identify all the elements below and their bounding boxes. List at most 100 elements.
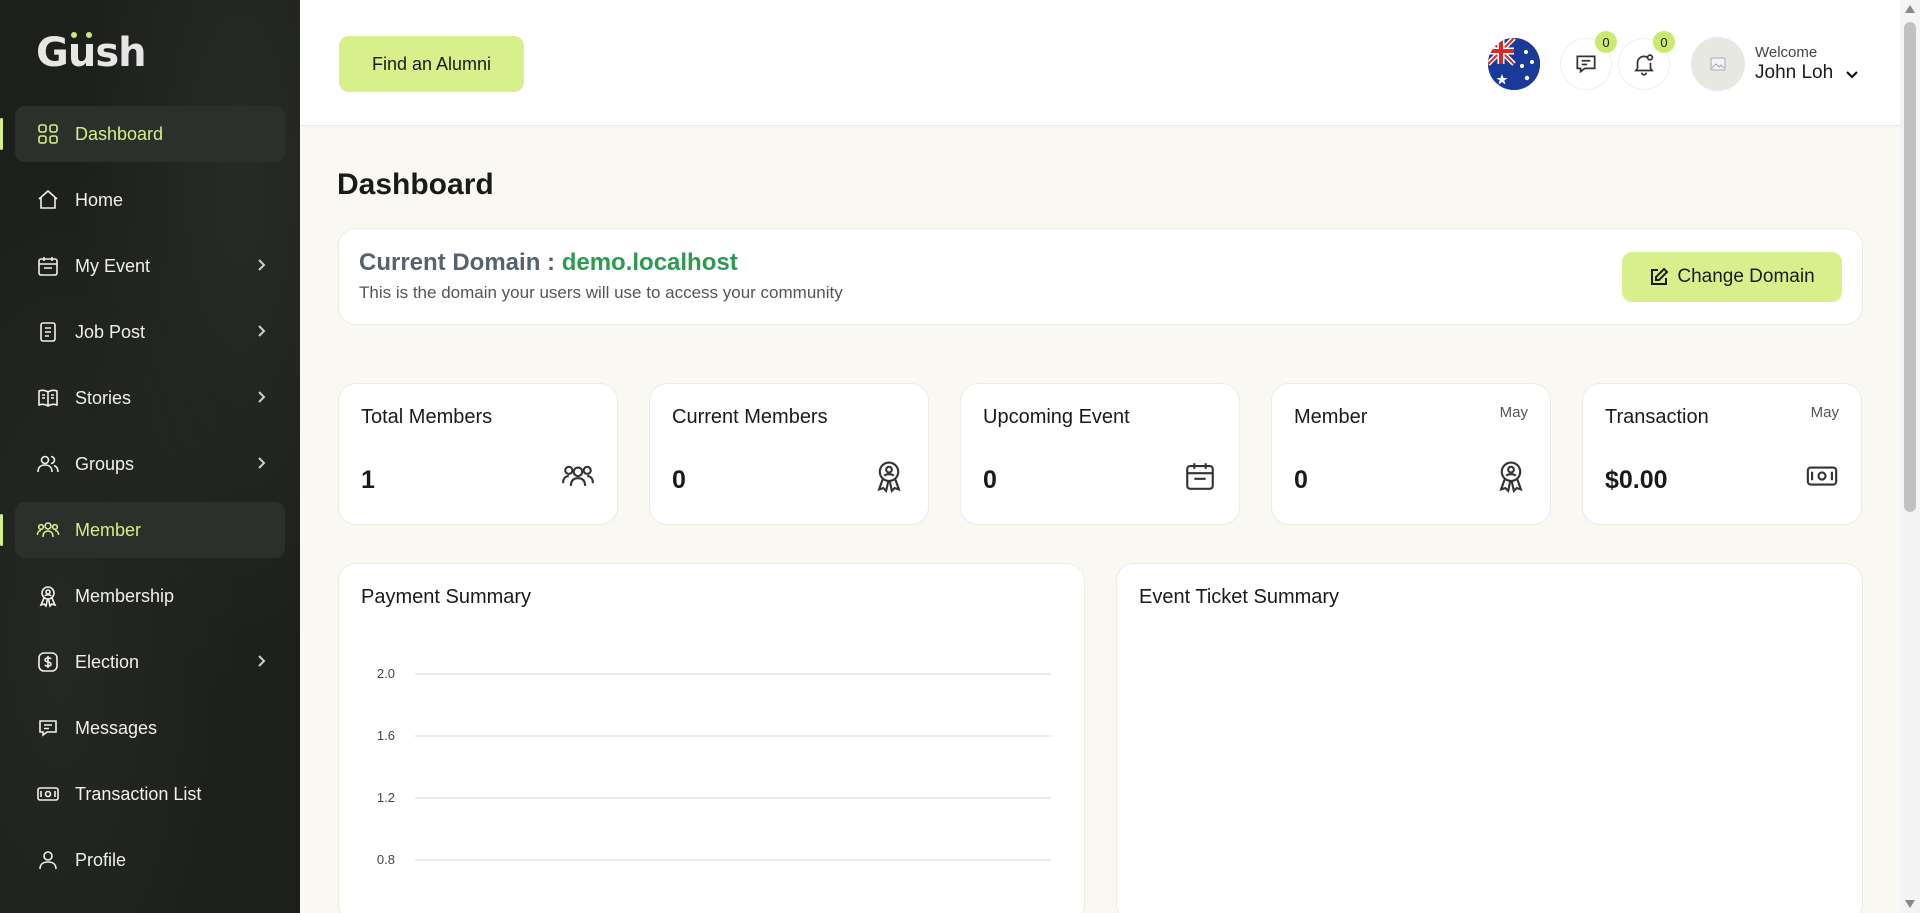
calendar-icon <box>35 253 61 279</box>
sidebar-item-label: Job Post <box>75 321 146 342</box>
sidebar-item-label: Election <box>75 651 140 672</box>
chevron-down-icon[interactable] <box>1843 65 1861 83</box>
users-icon <box>35 451 61 477</box>
scroll-thumb[interactable] <box>1904 22 1916 512</box>
change-domain-label: Change Domain <box>1677 266 1815 287</box>
sidebar-item-membership[interactable]: Membership <box>15 568 285 624</box>
stat-value: $0.00 <box>1605 466 1668 494</box>
current-domain-heading: Current Domain : demo.localhost <box>359 249 738 277</box>
stat-month: May <box>1499 404 1528 421</box>
stat-card-total-members[interactable]: Total Members 1 <box>338 383 618 525</box>
sidebar-item-label: Home <box>75 189 124 210</box>
stat-card-upcoming-event[interactable]: Upcoming Event 0 <box>960 383 1240 525</box>
gush-logo[interactable]: Gush <box>36 30 147 76</box>
notifications-button[interactable]: 0 <box>1618 31 1675 90</box>
sidebar-item-label: My Event <box>75 255 151 276</box>
members-icon <box>35 517 61 543</box>
sidebar-item-profile[interactable]: Profile <box>15 832 285 888</box>
page-scrollbar[interactable] <box>1900 0 1920 913</box>
username[interactable]: John Loh <box>1755 62 1833 84</box>
sidebar-item-label: Groups <box>75 453 135 474</box>
sidebar-item-label: Dashboard <box>75 123 164 144</box>
stat-title: Current Members <box>672 406 828 428</box>
scroll-up-arrow[interactable] <box>1905 5 1915 13</box>
badge-icon <box>35 583 61 609</box>
award-icon <box>872 459 906 494</box>
sidebar-item-label: Profile <box>75 849 127 870</box>
sidebar-item-groups[interactable]: Groups <box>15 436 285 492</box>
sidebar-item-job-post[interactable]: Job Post <box>15 304 285 360</box>
stat-title: Member <box>1294 406 1368 428</box>
image-placeholder-icon <box>1710 57 1726 71</box>
sidebar-item-my-event[interactable]: My Event <box>15 238 285 294</box>
home-icon <box>35 187 61 213</box>
y-tick-label: 2.0 <box>377 666 395 681</box>
stat-title: Upcoming Event <box>983 406 1130 428</box>
user-icon <box>35 847 61 873</box>
stat-title: Transaction <box>1605 406 1709 428</box>
sidebar-item-transaction-list[interactable]: Transaction List <box>15 766 285 822</box>
award-icon <box>1494 459 1528 494</box>
sidebar-item-home[interactable]: Home <box>15 172 285 228</box>
grid-icon <box>35 121 61 147</box>
stat-title: Total Members <box>361 406 493 428</box>
chevron-right-icon[interactable] <box>253 455 269 471</box>
money-icon <box>1805 459 1839 493</box>
payment-summary-chart: 2.0 1.6 1.2 0.8 <box>377 666 1051 867</box>
stat-value: 0 <box>672 466 686 494</box>
avatar[interactable] <box>1691 37 1745 91</box>
stat-value: 0 <box>1294 466 1308 494</box>
calendar-icon <box>1183 459 1217 493</box>
sidebar-item-label: Stories <box>75 387 132 408</box>
messages-count-badge: 0 <box>1595 31 1617 53</box>
sidebar-item-election[interactable]: Election <box>15 634 285 690</box>
payment-summary-panel: Payment Summary 2.0 1.6 1.2 0.8 <box>338 563 1085 913</box>
group-icon <box>561 459 595 493</box>
change-domain-button[interactable]: Change Domain <box>1622 252 1842 302</box>
current-domain-description: This is the domain your users will use t… <box>359 283 843 302</box>
event-ticket-summary-title: Event Ticket Summary <box>1139 586 1340 608</box>
chat-icon <box>1576 55 1596 74</box>
y-tick-label: 0.8 <box>377 852 395 867</box>
document-icon <box>35 319 61 345</box>
sidebar-item-dashboard[interactable]: Dashboard <box>0 106 285 162</box>
current-domain-label: Current Domain : <box>359 249 562 276</box>
sidebar-item-label: Membership <box>75 585 175 606</box>
stat-card-current-members[interactable]: Current Members 0 <box>649 383 929 525</box>
current-domain-card: Current Domain : demo.localhost This is … <box>338 228 1863 325</box>
bell-icon <box>1634 54 1654 76</box>
topbar: Find an Alumni 0 0 Welcome John Loh <box>300 0 1900 126</box>
sidebar-nav: Dashboard Home My Event Job Post Stories Grou… <box>0 106 285 898</box>
dollar-icon <box>35 649 61 675</box>
y-tick-label: 1.2 <box>377 790 395 805</box>
sidebar-item-stories[interactable]: Stories <box>15 370 285 426</box>
stat-card-transaction[interactable]: Transaction May $0.00 <box>1582 383 1862 525</box>
page-title: Dashboard <box>337 168 494 201</box>
current-domain-value: demo.localhost <box>561 249 738 276</box>
sidebar-item-label: Member <box>75 519 142 540</box>
chevron-right-icon[interactable] <box>253 257 269 273</box>
y-tick-label: 1.6 <box>377 728 395 743</box>
money-icon <box>35 781 61 807</box>
book-icon <box>35 385 61 411</box>
scroll-down-arrow[interactable] <box>1905 900 1915 908</box>
messages-button[interactable]: 0 <box>1560 31 1617 90</box>
australia-flag-icon[interactable] <box>1488 38 1540 90</box>
notifications-count-badge: 0 <box>1653 31 1675 53</box>
stat-value: 0 <box>983 466 997 494</box>
sidebar-item-messages[interactable]: Messages <box>15 700 285 756</box>
find-alumni-button[interactable]: Find an Alumni <box>339 36 524 92</box>
sidebar: Gush Dashboard Home My Event Job Post Storie… <box>0 0 300 913</box>
event-ticket-summary-panel: Event Ticket Summary <box>1116 563 1863 913</box>
sidebar-item-member[interactable]: Member <box>0 502 285 558</box>
stat-month: May <box>1810 404 1839 421</box>
chevron-right-icon[interactable] <box>253 653 269 669</box>
edit-icon <box>1651 267 1669 285</box>
message-icon <box>35 715 61 741</box>
chevron-right-icon[interactable] <box>253 389 269 405</box>
chevron-right-icon[interactable] <box>253 323 269 339</box>
welcome-text: Welcome <box>1755 44 1818 61</box>
stat-value: 1 <box>361 466 375 494</box>
stat-card-member[interactable]: Member May 0 <box>1271 383 1551 525</box>
sidebar-item-label: Messages <box>75 717 158 738</box>
